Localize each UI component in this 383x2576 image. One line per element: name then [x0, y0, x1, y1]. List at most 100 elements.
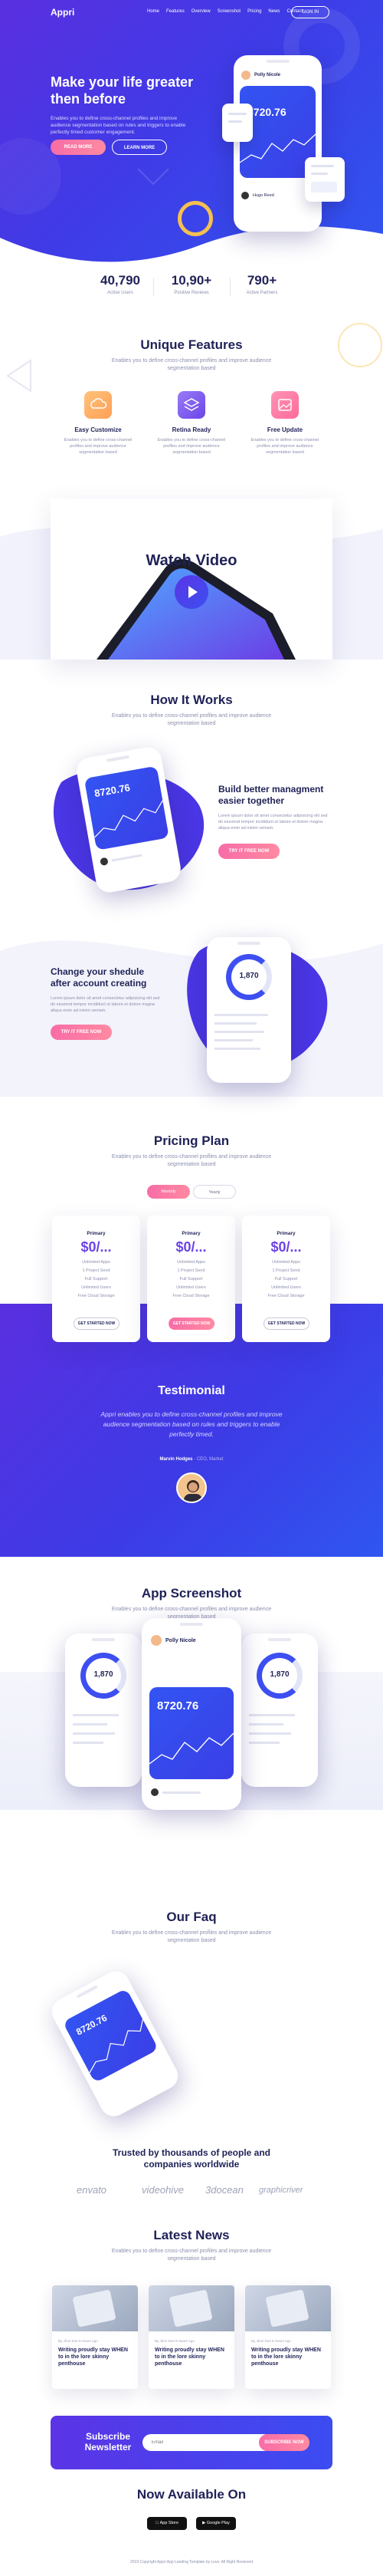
faq-subtitle: Enables you to define cross-channel prof… — [111, 1930, 272, 1943]
features-title: Unique Features — [140, 337, 243, 352]
news-card-2[interactable]: By Jhon Doe 5 Hours Ago Writing proudly … — [149, 2285, 234, 2389]
faq-title: Our Faq — [166, 1910, 217, 1924]
nav-link-features[interactable]: Features — [166, 9, 185, 14]
plan-feature: Unlimited Users — [176, 1285, 206, 1290]
plan-name: Primary — [277, 1231, 296, 1236]
stat-label: Positive Reviews — [174, 291, 209, 295]
plan-price: $0/... — [175, 1239, 207, 1255]
plan-name: Primary — [182, 1231, 201, 1236]
landing-page: Appri Home Features Overview Screenshot … — [0, 0, 383, 2576]
get-started-button[interactable]: GET STARTED NOW — [264, 1318, 309, 1330]
logo[interactable]: Appri — [51, 7, 74, 18]
stats-divider-1 — [153, 278, 154, 296]
news-meta: By Jhon Doe 5 Hours Ago — [251, 2339, 291, 2343]
brand-logo-graphicriver: graphicriver — [259, 2186, 303, 2195]
toggle-yearly[interactable]: Yearly — [193, 1185, 236, 1199]
nav-link-news[interactable]: News — [268, 9, 280, 14]
news-subtitle: Enables you to define cross-channel prof… — [111, 2249, 272, 2262]
feature-retina-ready: Retina Ready Enables you to define cross… — [153, 391, 230, 456]
news-headline[interactable]: Writing proudly stay WHEN to in the lore… — [155, 2347, 228, 2367]
plan-feature: Unlimited Users — [271, 1285, 301, 1290]
nav-links: Home Features Overview Screenshot Pricin… — [147, 9, 303, 14]
balance-amount: 8720.76 — [157, 1699, 199, 1712]
stat-number: 40,790 — [100, 273, 140, 288]
stat-label: Active Partners — [246, 291, 278, 295]
phone-list — [73, 1714, 134, 1744]
email-input[interactable] — [142, 2434, 273, 2451]
read-more-button[interactable]: READ MORE — [51, 140, 106, 155]
play-store-icon: ▶ — [202, 2521, 206, 2525]
how-it-works-header: How It Works Enables you to define cross… — [0, 693, 383, 728]
phone-user-row: Polly Nicole — [151, 1635, 196, 1646]
get-started-button[interactable]: GET STARTED NOW — [169, 1318, 214, 1330]
feature-desc: Enables you to define cross-channel prof… — [64, 438, 133, 455]
how-title: How It Works — [150, 693, 233, 707]
phone-user-row: Polly Nicole — [241, 71, 280, 80]
nav-link-pricing[interactable]: Pricing — [247, 9, 261, 14]
app-store-label: App Store — [157, 2521, 178, 2525]
plan-feature: Full Support — [84, 1277, 108, 1281]
nav-link-screenshot[interactable]: Screenshot — [218, 9, 241, 14]
user-avatar — [151, 1635, 162, 1646]
how-block2-desc: Lorem ipsum dolor sit amet consectetur a… — [51, 996, 160, 1013]
hero-mini-card-left — [222, 104, 253, 142]
news-image — [245, 2285, 331, 2331]
pricing-title: Pricing Plan — [153, 1133, 230, 1148]
feature-desc: Enables you to define cross-channel prof… — [250, 438, 319, 455]
plan-feature: Unlimited Users — [81, 1285, 111, 1290]
brand-logo-3docean: 3docean — [205, 2184, 244, 2196]
how-subtitle: Enables you to define cross-channel prof… — [111, 713, 272, 726]
phone-list-row — [100, 851, 142, 867]
plan-features: Unlimited Apps 1 Project Send Full Suppo… — [242, 1258, 330, 1301]
plan-name: Primary — [87, 1231, 106, 1236]
list-line — [162, 1791, 201, 1794]
subscribe-box: Subscribe Newsletter SUBSCRIBE NOW — [51, 2416, 332, 2469]
google-play-button[interactable]: ▶ Google Play — [196, 2517, 236, 2530]
plan-features: Unlimited Apps 1 Project Send Full Suppo… — [52, 1258, 140, 1301]
testimonial-quote: Appri enables you to define cross-channe… — [100, 1410, 283, 1438]
screenshot-title: App Screenshot — [141, 1586, 242, 1601]
balance-amount: 8720.76 — [93, 781, 131, 800]
plan-feature: 1 Project Send — [177, 1268, 205, 1273]
balance-line-chart — [149, 1732, 234, 1765]
how-block1-button[interactable]: TRY IT FREE NOW — [218, 844, 280, 859]
testimonial-author: Marvin Hodges - CEO, Market — [0, 1457, 383, 1462]
sender-row: Hugo Reed — [241, 192, 274, 199]
plan-features: Unlimited Apps 1 Project Send Full Suppo… — [147, 1258, 235, 1301]
nav-link-home[interactable]: Home — [147, 9, 159, 14]
how-block1-desc: Lorem ipsum dolor sit amet consectetur a… — [218, 814, 328, 831]
news-headline[interactable]: Writing proudly stay WHEN to in the lore… — [58, 2347, 132, 2367]
ring-value: 1,870 — [93, 1670, 113, 1679]
plan-feature: Full Support — [179, 1277, 203, 1281]
hero-section: Appri Home Features Overview Screenshot … — [0, 0, 383, 276]
subscribe-button[interactable]: SUBSCRIBE NOW — [259, 2434, 309, 2451]
stat-label: Active Users — [107, 291, 133, 295]
phone-notch — [106, 755, 130, 762]
screenshot-phone-right: 1,870 — [241, 1633, 318, 1787]
news-card-1[interactable]: By Jhon Doe 5 Hours Ago Writing proudly … — [52, 2285, 138, 2389]
sender-avatar — [241, 192, 249, 199]
hero-description: Enables you to define cross-channel prof… — [51, 116, 186, 135]
get-started-button[interactable]: GET STARTED NOW — [74, 1318, 119, 1330]
price-card-3: Primary $0/... Unlimited Apps 1 Project … — [242, 1216, 330, 1342]
balance-amount: 8720.76 — [74, 2012, 110, 2038]
feature-title: Free Update — [267, 426, 303, 433]
stat-number: 790+ — [247, 273, 277, 288]
plan-feature: 1 Project Send — [272, 1268, 300, 1273]
nav-link-overview[interactable]: Overview — [192, 9, 211, 14]
news-headline[interactable]: Writing proudly stay WHEN to in the lore… — [251, 2347, 325, 2367]
app-store-button[interactable]:  App Store — [147, 2517, 187, 2530]
footer-copyright: 2019 Copyright Appri App Landing Templat… — [129, 2560, 253, 2564]
news-image — [52, 2285, 138, 2331]
how-block2-button[interactable]: TRY IT FREE NOW — [51, 1025, 112, 1040]
how-phone-2: 1,870 — [207, 937, 291, 1083]
toggle-monthly[interactable]: Monthly — [147, 1185, 190, 1199]
testimonial-title: Testimonial — [158, 1384, 225, 1397]
sign-in-button[interactable]: SIGN IN — [291, 6, 329, 18]
features-section: Unique Features Enables you to define cr… — [0, 337, 383, 455]
news-image — [149, 2285, 234, 2331]
news-card-3[interactable]: By Jhon Doe 5 Hours Ago Writing proudly … — [245, 2285, 331, 2389]
testimonial-name: Marvin Hodges — [159, 1457, 193, 1462]
learn-more-button[interactable]: LEARN MORE — [112, 140, 167, 155]
play-icon[interactable] — [175, 575, 208, 609]
